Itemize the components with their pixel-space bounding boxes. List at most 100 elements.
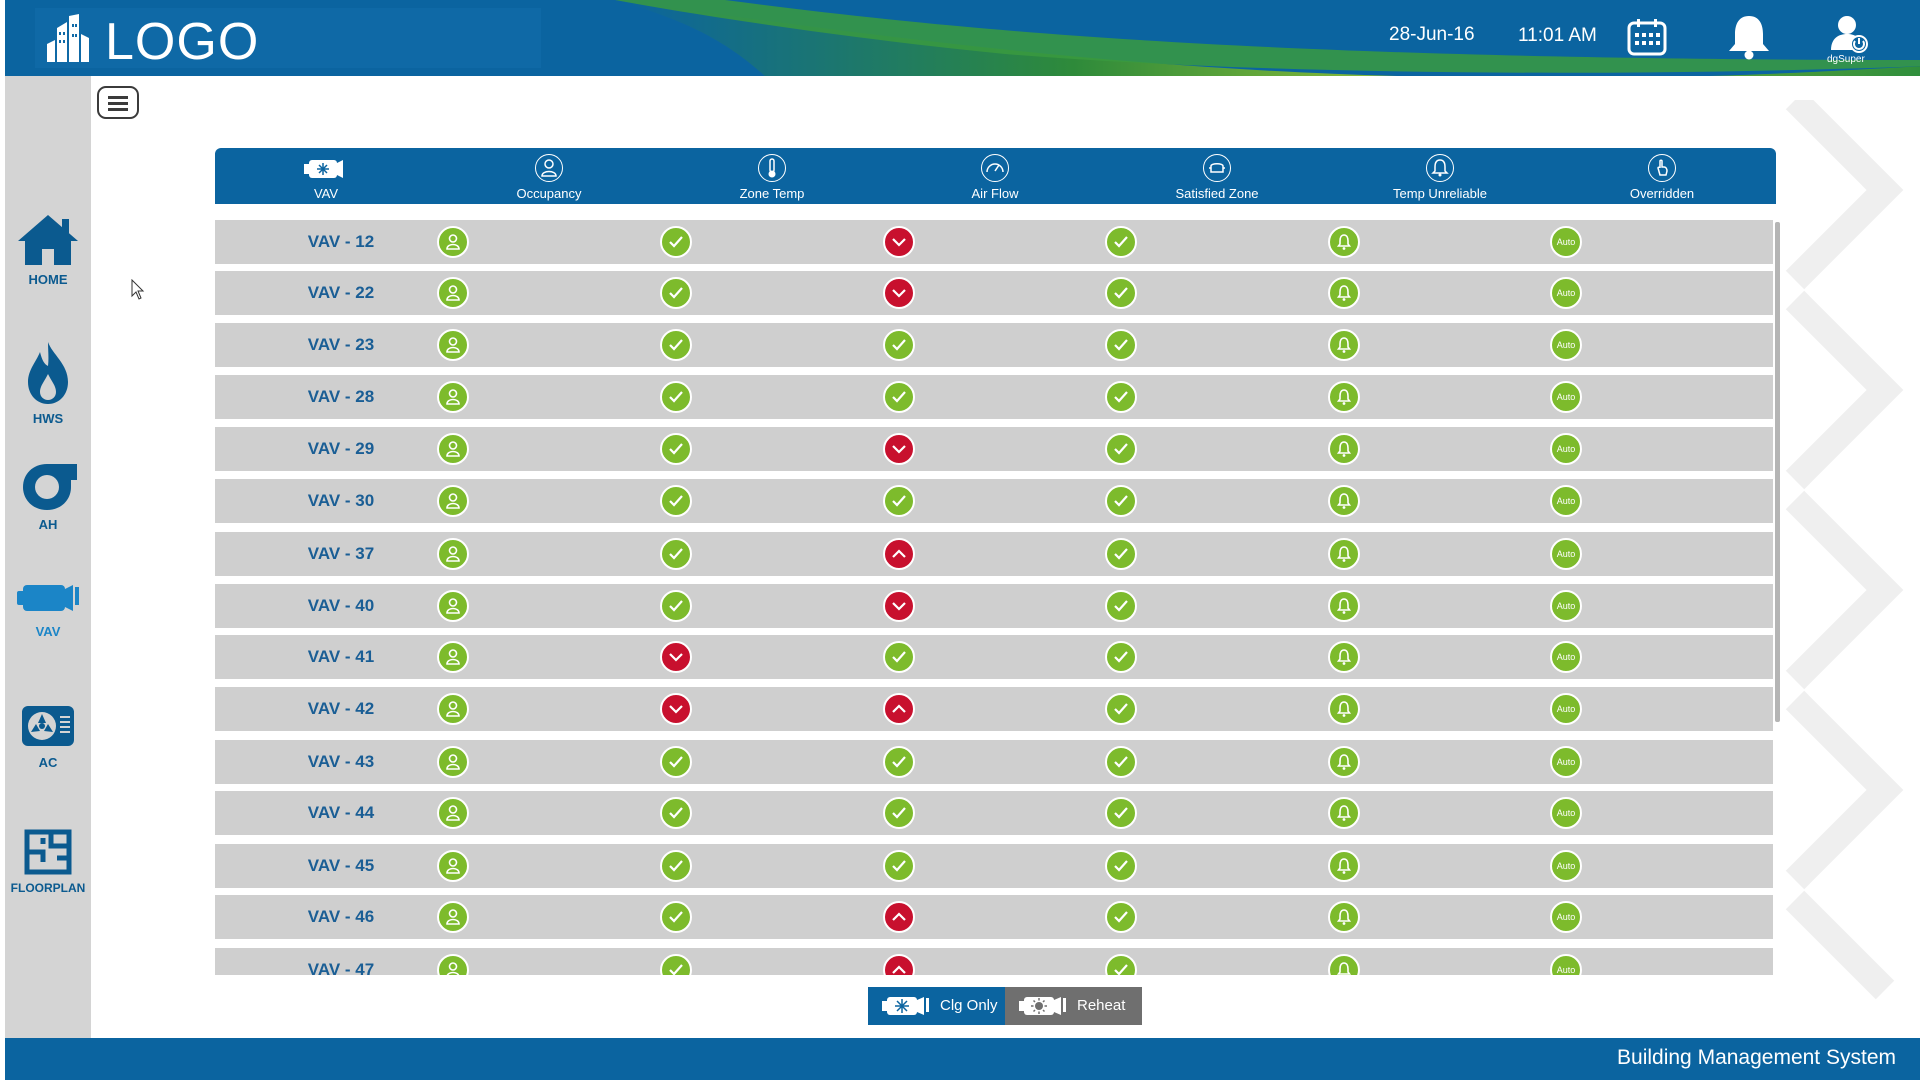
zone-temp-status[interactable] (660, 641, 692, 673)
occupancy-status[interactable] (437, 485, 469, 517)
mode-reheat-button[interactable]: Reheat (1005, 987, 1142, 1025)
zone-temp-status[interactable] (660, 329, 692, 361)
sidebar-item-vav[interactable]: VAV (5, 579, 91, 639)
zone-temp-status[interactable] (660, 590, 692, 622)
satisfied-zone-status[interactable] (1105, 538, 1137, 570)
air-flow-status[interactable] (883, 693, 915, 725)
overridden-status[interactable]: Auto (1550, 329, 1582, 361)
table-scrollbar[interactable] (1775, 222, 1780, 722)
zone-temp-status[interactable] (660, 901, 692, 933)
zone-temp-status[interactable] (660, 433, 692, 465)
air-flow-status[interactable] (883, 954, 915, 975)
satisfied-zone-status[interactable] (1105, 485, 1137, 517)
air-flow-status[interactable] (883, 485, 915, 517)
temp-unreliable-status[interactable] (1328, 485, 1360, 517)
temp-unreliable-status[interactable] (1328, 226, 1360, 258)
occupancy-status[interactable] (437, 901, 469, 933)
temp-unreliable-status[interactable] (1328, 746, 1360, 778)
overridden-status[interactable]: Auto (1550, 277, 1582, 309)
col-header-zone-temp[interactable]: Zone Temp (692, 148, 852, 204)
occupancy-status[interactable] (437, 641, 469, 673)
occupancy-status[interactable] (437, 590, 469, 622)
mode-clg-only-button[interactable]: Clg Only (868, 987, 1005, 1025)
calendar-icon[interactable] (1627, 18, 1667, 56)
overridden-status[interactable]: Auto (1550, 954, 1582, 975)
zone-temp-status[interactable] (660, 381, 692, 413)
air-flow-status[interactable] (883, 226, 915, 258)
occupancy-status[interactable] (437, 538, 469, 570)
occupancy-status[interactable] (437, 954, 469, 975)
zone-temp-status[interactable] (660, 538, 692, 570)
col-header-overridden[interactable]: Overridden (1582, 148, 1742, 204)
temp-unreliable-status[interactable] (1328, 433, 1360, 465)
occupancy-status[interactable] (437, 797, 469, 829)
col-header-air-flow[interactable]: Air Flow (915, 148, 1075, 204)
sidebar-item-ah[interactable]: AH (5, 460, 91, 532)
table-row[interactable]: VAV - 47 Auto (215, 948, 1773, 975)
overridden-status[interactable]: Auto (1550, 746, 1582, 778)
overridden-status[interactable]: Auto (1550, 797, 1582, 829)
table-row[interactable]: VAV - 42 Auto (215, 687, 1773, 731)
temp-unreliable-status[interactable] (1328, 590, 1360, 622)
table-row[interactable]: VAV - 44 Auto (215, 791, 1773, 835)
temp-unreliable-status[interactable] (1328, 693, 1360, 725)
satisfied-zone-status[interactable] (1105, 850, 1137, 882)
air-flow-status[interactable] (883, 797, 915, 829)
col-header-temp-unreliable[interactable]: Temp Unreliable (1360, 148, 1520, 204)
satisfied-zone-status[interactable] (1105, 277, 1137, 309)
air-flow-status[interactable] (883, 901, 915, 933)
table-row[interactable]: VAV - 46 Auto (215, 895, 1773, 939)
sidebar-item-floorplan[interactable]: FLOORPLAN (5, 828, 91, 895)
overridden-status[interactable]: Auto (1550, 901, 1582, 933)
temp-unreliable-status[interactable] (1328, 538, 1360, 570)
air-flow-status[interactable] (883, 433, 915, 465)
occupancy-status[interactable] (437, 693, 469, 725)
table-row[interactable]: VAV - 41 Auto (215, 635, 1773, 679)
occupancy-status[interactable] (437, 277, 469, 309)
temp-unreliable-status[interactable] (1328, 850, 1360, 882)
table-row[interactable]: VAV - 30 Auto (215, 479, 1773, 523)
occupancy-status[interactable] (437, 746, 469, 778)
bell-icon[interactable] (1727, 14, 1771, 60)
temp-unreliable-status[interactable] (1328, 954, 1360, 975)
overridden-status[interactable]: Auto (1550, 226, 1582, 258)
logo[interactable]: LOGO (35, 8, 541, 71)
temp-unreliable-status[interactable] (1328, 797, 1360, 829)
table-row[interactable]: VAV - 23 Auto (215, 323, 1773, 367)
table-row[interactable]: VAV - 37 Auto (215, 532, 1773, 576)
occupancy-status[interactable] (437, 433, 469, 465)
satisfied-zone-status[interactable] (1105, 797, 1137, 829)
overridden-status[interactable]: Auto (1550, 433, 1582, 465)
air-flow-status[interactable] (883, 641, 915, 673)
zone-temp-status[interactable] (660, 954, 692, 975)
satisfied-zone-status[interactable] (1105, 693, 1137, 725)
satisfied-zone-status[interactable] (1105, 433, 1137, 465)
col-header-satisfied-zone[interactable]: Satisfied Zone (1137, 148, 1297, 204)
air-flow-status[interactable] (883, 277, 915, 309)
air-flow-status[interactable] (883, 329, 915, 361)
zone-temp-status[interactable] (660, 850, 692, 882)
user-power-icon[interactable] (1829, 14, 1869, 54)
overridden-status[interactable]: Auto (1550, 641, 1582, 673)
temp-unreliable-status[interactable] (1328, 329, 1360, 361)
overridden-status[interactable]: Auto (1550, 590, 1582, 622)
air-flow-status[interactable] (883, 850, 915, 882)
temp-unreliable-status[interactable] (1328, 277, 1360, 309)
col-header-occupancy[interactable]: Occupancy (469, 148, 629, 204)
table-row[interactable]: VAV - 28 Auto (215, 375, 1773, 419)
overridden-status[interactable]: Auto (1550, 538, 1582, 570)
table-row[interactable]: VAV - 22 Auto (215, 271, 1773, 315)
satisfied-zone-status[interactable] (1105, 746, 1137, 778)
zone-temp-status[interactable] (660, 797, 692, 829)
overridden-status[interactable]: Auto (1550, 850, 1582, 882)
satisfied-zone-status[interactable] (1105, 381, 1137, 413)
occupancy-status[interactable] (437, 329, 469, 361)
table-row[interactable]: VAV - 29 Auto (215, 427, 1773, 471)
zone-temp-status[interactable] (660, 693, 692, 725)
air-flow-status[interactable] (883, 746, 915, 778)
zone-temp-status[interactable] (660, 277, 692, 309)
temp-unreliable-status[interactable] (1328, 381, 1360, 413)
satisfied-zone-status[interactable] (1105, 590, 1137, 622)
table-row[interactable]: VAV - 40 Auto (215, 584, 1773, 628)
satisfied-zone-status[interactable] (1105, 641, 1137, 673)
